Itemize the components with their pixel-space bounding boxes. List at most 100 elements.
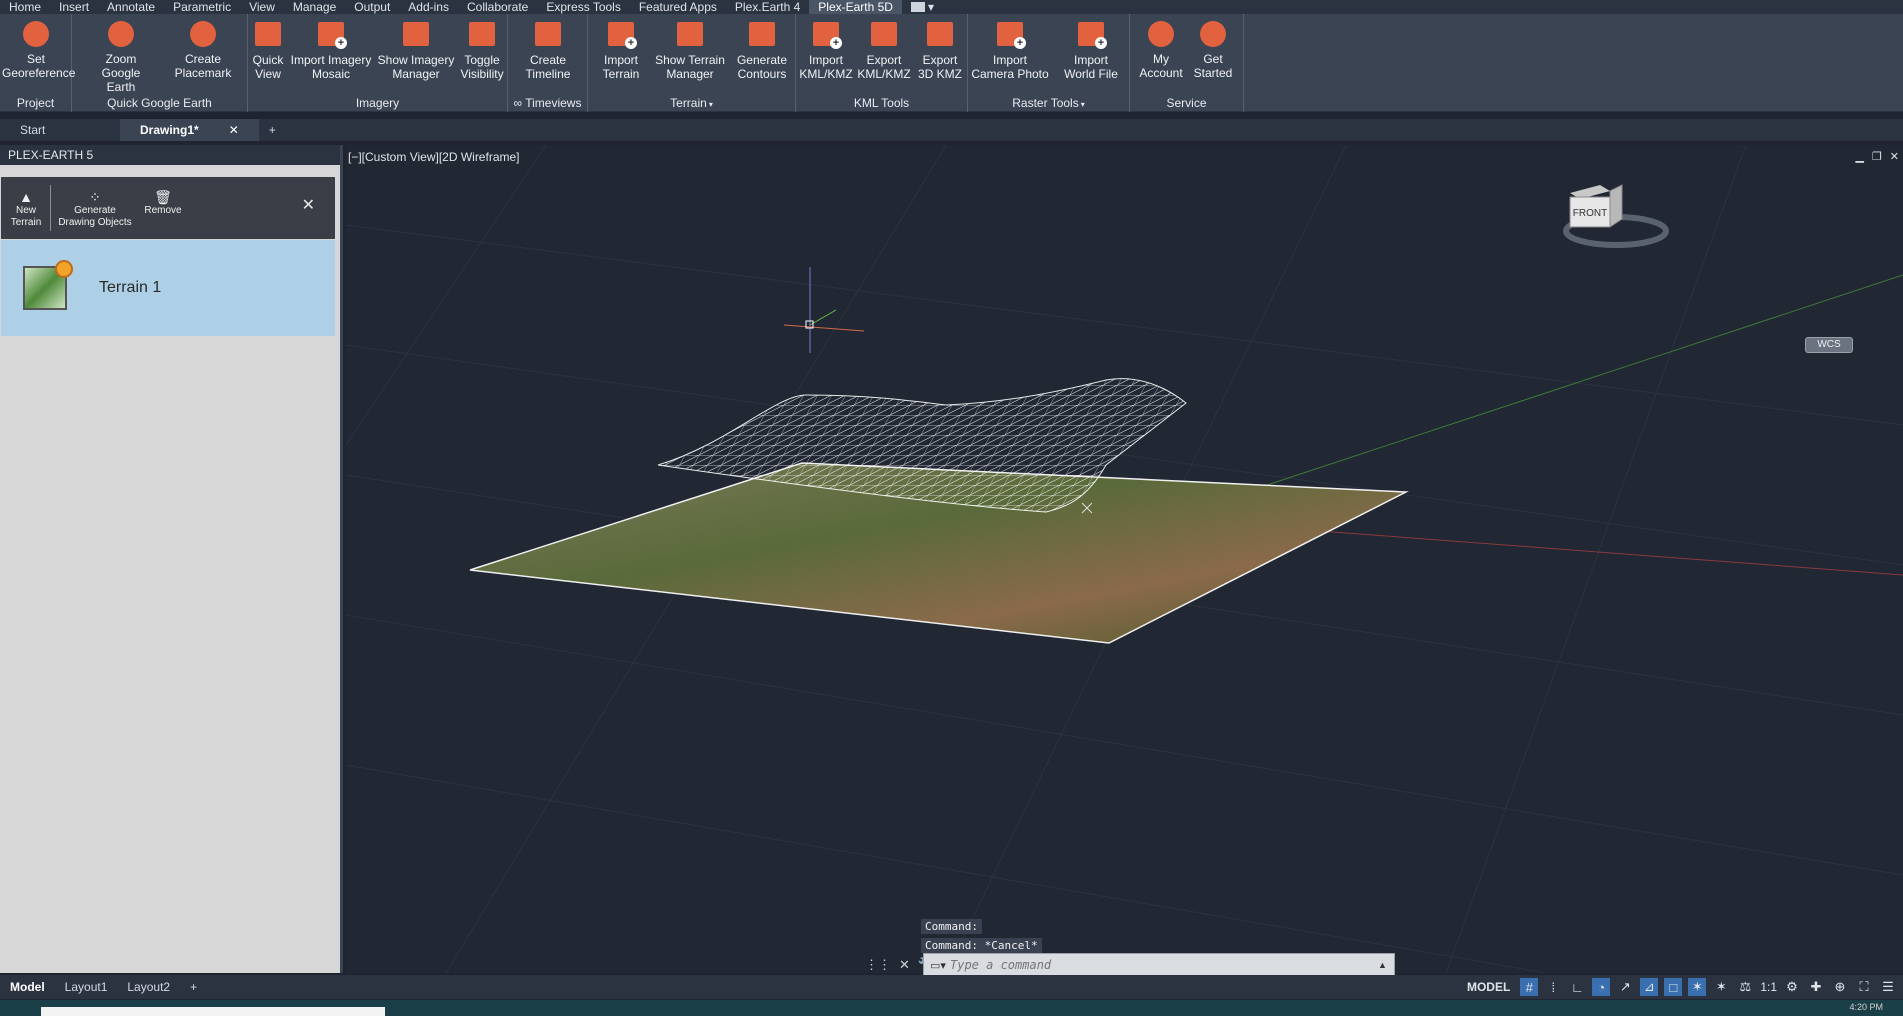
menu-tab-plex-earth-4[interactable]: Plex.Earth 4 — [726, 0, 809, 14]
terrain-manager-icon — [677, 22, 703, 46]
menu-tab-home[interactable]: Home — [0, 0, 50, 14]
export-kml-button[interactable]: Export KML/KMZ — [856, 20, 912, 81]
command-line-grip[interactable]: ⋮⋮ ✕ 🔧 — [863, 953, 934, 977]
palette-close-icon[interactable]: ✕ — [302, 195, 315, 215]
import-imagery-mosaic-button[interactable]: + Import Imagery Mosaic — [288, 20, 374, 81]
new-terrain-button[interactable]: ▲ New Terrain — [5, 185, 47, 229]
minimize-icon[interactable]: ▁ — [1855, 150, 1863, 163]
command-input-box[interactable]: ▭▾ ▲ — [923, 953, 1395, 977]
panel-title-timeviews: ∞ Timeviews — [513, 96, 582, 110]
status-bar: Model Layout1 Layout2 + MODEL # ⁞ ∟ ◔ ↗ … — [0, 975, 1903, 999]
viewcube[interactable]: FRONT — [1563, 184, 1669, 248]
menu-tab-parametric[interactable]: Parametric — [164, 0, 240, 14]
add-layout-button[interactable]: + — [180, 980, 207, 994]
show-imagery-manager-button[interactable]: Show Imagery Manager — [376, 20, 456, 81]
taskbar-window[interactable] — [41, 1007, 385, 1016]
menu-tab-collaborate[interactable]: Collaborate — [458, 0, 537, 14]
generate-drawing-objects-button[interactable]: ⁘ Generate Drawing Objects — [55, 185, 135, 229]
viewport-controls-label[interactable]: [−][Custom View][2D Wireframe] — [348, 150, 520, 164]
close-icon[interactable]: ✕ — [229, 123, 239, 137]
import-terrain-button[interactable]: + Import Terrain — [596, 20, 646, 81]
tab-layout1[interactable]: Layout1 — [55, 980, 118, 994]
scale-value[interactable]: 1:1 — [1760, 980, 1777, 994]
tab-start[interactable]: Start — [0, 119, 120, 141]
workspace-switch-icon[interactable]: ▾ — [902, 0, 943, 14]
menu-tabs: Home Insert Annotate Parametric View Manage Ou… — [0, 0, 1903, 14]
menu-tab-featured-apps[interactable]: Featured Apps — [630, 0, 726, 14]
panel-project: Set Georeference Project — [0, 14, 75, 112]
grid-icon[interactable]: # — [1520, 978, 1539, 996]
viewport-scene[interactable]: FRONT — [346, 145, 1903, 973]
ortho-icon[interactable]: ∟ — [1568, 978, 1586, 996]
menu-tab-insert[interactable]: Insert — [50, 0, 98, 14]
auto-scale-icon[interactable]: ✶ — [1712, 978, 1730, 996]
panel-title-raster-tools[interactable]: Raster Tools — [968, 96, 1129, 110]
image-pin-icon — [255, 22, 281, 46]
set-georeference-button[interactable]: Set Georeference — [2, 20, 75, 80]
zoom-google-earth-button[interactable]: Zoom Google Earth — [86, 20, 156, 94]
menu-tab-plex-earth-5d[interactable]: Plex-Earth 5D — [809, 0, 902, 14]
create-placemark-button[interactable]: Create Placemark — [168, 20, 238, 80]
create-timeline-button[interactable]: Create Timeline — [516, 20, 580, 81]
command-input[interactable] — [950, 958, 1378, 972]
gear-icon[interactable]: ⚙ — [1783, 978, 1801, 996]
object-snap-tracking-icon[interactable]: ⊿ — [1640, 978, 1659, 996]
quick-view-button[interactable]: Quick View — [250, 20, 286, 81]
new-tab-button[interactable]: + — [259, 119, 289, 141]
toggle-visibility-button[interactable]: Toggle Visibility — [458, 20, 506, 81]
tab-layout2[interactable]: Layout2 — [117, 980, 180, 994]
wcs-menu-button[interactable]: WCS — [1805, 337, 1853, 353]
menu-tab-view[interactable]: View — [240, 0, 284, 14]
menu-tab-add-ins[interactable]: Add-ins — [399, 0, 458, 14]
taskbar-clock: 4:20 PM — [1849, 1002, 1883, 1012]
drawing-viewport[interactable]: FRONT — [346, 145, 1903, 973]
tab-model[interactable]: Model — [0, 980, 55, 994]
close-icon[interactable]: ✕ — [899, 957, 910, 973]
command-history-line: Command: — [921, 919, 982, 934]
menu-tab-output[interactable]: Output — [345, 0, 399, 14]
annotation-scale-icon[interactable]: ⚖ — [1736, 978, 1754, 996]
import-kml-button[interactable]: + Import KML/KMZ — [798, 20, 854, 81]
viewport-window-controls: ▁ ❐ ✕ — [1855, 150, 1899, 163]
polar-icon[interactable]: ◔ — [1592, 978, 1611, 996]
close-icon[interactable]: ✕ — [1890, 150, 1899, 163]
panel-title-service: Service — [1166, 96, 1207, 110]
menu-tab-manage[interactable]: Manage — [284, 0, 345, 14]
my-account-label: My Account — [1139, 52, 1183, 80]
get-started-button[interactable]: Get Started — [1190, 20, 1236, 80]
terrain-list-item[interactable]: Terrain 1 — [1, 240, 335, 336]
terrain-grid-icon: + — [608, 22, 637, 49]
remove-button[interactable]: 🗑 Remove — [141, 185, 185, 217]
annotation-visibility-icon[interactable]: ✶ — [1688, 978, 1707, 996]
os-taskbar: 4:20 PM — [0, 1000, 1903, 1016]
import-camera-photo-button[interactable]: + Import Camera Photo — [970, 20, 1050, 81]
chevron-up-icon[interactable]: ▲ — [1378, 960, 1394, 970]
cube-export-icon — [927, 22, 953, 46]
panel-title-terrain[interactable]: Terrain — [588, 96, 795, 110]
toolbar-divider — [50, 185, 51, 231]
snap-icon[interactable]: ⁞ — [1544, 978, 1562, 996]
fullscreen-icon[interactable]: ⛶ — [1855, 978, 1873, 996]
ribbon: Set Georeference Project Zoom Google Ear… — [0, 14, 1903, 112]
isodraft-icon[interactable]: ↗ — [1616, 978, 1634, 996]
menu-tab-annotate[interactable]: Annotate — [98, 0, 164, 14]
export-3d-kmz-button[interactable]: Export 3D KMZ — [914, 20, 966, 81]
panel-kml-tools: + Import KML/KMZ Export KML/KMZ Export 3… — [796, 14, 968, 112]
import-terrain-label: Import Terrain — [602, 53, 640, 81]
panel-service: My Account Get Started Service — [1130, 14, 1244, 112]
menu-tab-express-tools[interactable]: Express Tools — [537, 0, 629, 14]
command-prompt-icon[interactable]: ▭▾ — [924, 959, 950, 972]
generate-contours-button[interactable]: Generate Contours — [732, 20, 792, 81]
isolate-icon[interactable]: ⊕ — [1831, 978, 1849, 996]
model-space-button[interactable]: MODEL — [1463, 980, 1514, 994]
menu-icon[interactable]: ☰ — [1879, 978, 1897, 996]
my-account-button[interactable]: My Account — [1136, 20, 1186, 80]
plus-icon[interactable]: ✚ — [1807, 978, 1825, 996]
get-started-label: Get Started — [1193, 52, 1233, 80]
tab-drawing1[interactable]: Drawing1* ✕ — [120, 119, 259, 141]
timeline-icon — [535, 22, 561, 46]
object-snap-icon[interactable]: □ — [1664, 978, 1683, 996]
show-terrain-manager-button[interactable]: Show Terrain Manager — [650, 20, 730, 81]
import-world-file-button[interactable]: + Import World File — [1056, 20, 1126, 81]
restore-icon[interactable]: ❐ — [1872, 150, 1882, 163]
